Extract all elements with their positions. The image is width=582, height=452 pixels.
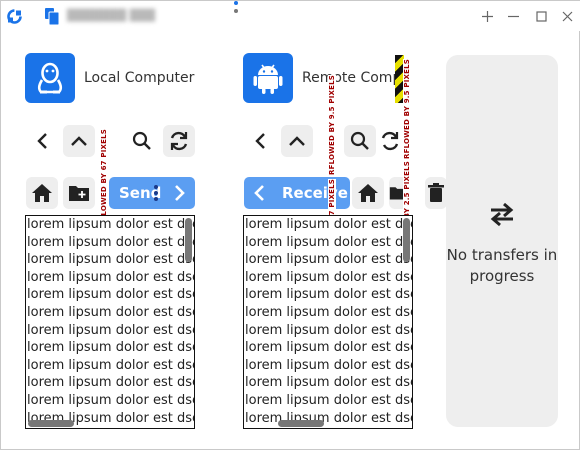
remote-up-button[interactable] [281, 125, 313, 157]
local-up-button[interactable] [63, 125, 95, 157]
remote-computer-badge [243, 53, 293, 103]
chevron-left-icon [255, 133, 265, 149]
list-item[interactable]: lorem lipsum dolor est dset [26, 216, 194, 234]
list-item[interactable]: lorem lipsum dolor est dset [244, 357, 412, 375]
refresh-icon [381, 131, 399, 151]
transfers-status: No transfers in progress [446, 246, 558, 285]
list-item[interactable]: lorem lipsum dolor est dset [244, 322, 412, 340]
android-icon [253, 64, 283, 94]
list-item[interactable]: lorem lipsum dolor est dset [244, 304, 412, 322]
drag-handle-icon[interactable] [232, 1, 240, 15]
list-item[interactable]: lorem lipsum dolor est dset [244, 374, 412, 392]
home-icon [32, 184, 52, 202]
local-file-list[interactable]: lorem lipsum dolor est dset lorem lipsum … [25, 215, 195, 429]
local-file-items: lorem lipsum dolor est dset lorem lipsum … [26, 216, 194, 427]
list-item[interactable]: lorem lipsum dolor est dset [244, 251, 412, 269]
chevron-right-icon [175, 185, 185, 201]
title-bar: ███████ ███ [1, 1, 581, 31]
local-search-button[interactable] [126, 125, 158, 157]
send-button[interactable]: Send [109, 177, 195, 209]
local-computer-label: Local Computer [84, 70, 195, 86]
remote-home-button[interactable] [352, 177, 384, 209]
vertical-scrollbar[interactable] [403, 218, 410, 262]
remote-computer-label: Remote Computer [302, 70, 396, 86]
chevron-left-icon [254, 185, 264, 201]
list-item[interactable]: lorem lipsum dolor est dset [244, 269, 412, 287]
search-icon [132, 131, 151, 150]
trash-icon [428, 183, 444, 202]
chevron-up-icon [289, 136, 305, 146]
remote-back-button[interactable] [244, 125, 276, 157]
remote-refresh-button[interactable] [378, 125, 402, 157]
list-item[interactable]: lorem lipsum dolor est dset [244, 392, 412, 410]
local-home-button[interactable] [26, 177, 58, 209]
list-item[interactable]: lorem lipsum dolor est dset [26, 322, 194, 340]
list-item[interactable]: lorem lipsum dolor est dset [26, 357, 194, 375]
receive-button-label: Receive [282, 184, 348, 202]
refresh-icon [170, 131, 188, 151]
plus-icon [481, 10, 493, 22]
transfers-panel: No transfers in progress [446, 55, 558, 427]
vertical-scrollbar[interactable] [185, 218, 192, 262]
local-computer-badge [25, 53, 75, 103]
horizontal-scrollbar[interactable] [28, 420, 74, 427]
overflow-indicator: IT OVERFLOWED BY 9.5 PIXELS [403, 59, 411, 159]
search-icon [350, 131, 369, 150]
list-item[interactable]: lorem lipsum dolor est dset [26, 269, 194, 287]
penguin-icon [37, 62, 63, 94]
list-item[interactable]: lorem lipsum dolor est dset [244, 339, 412, 357]
list-item[interactable]: lorem lipsum dolor est dset [26, 234, 194, 252]
list-item[interactable]: lorem lipsum dolor est dset [244, 216, 412, 234]
remote-file-list[interactable]: lorem lipsum dolor est dset lorem lipsum … [243, 215, 413, 429]
list-item[interactable]: lorem lipsum dolor est dset [26, 304, 194, 322]
minimize-button[interactable] [501, 6, 525, 26]
list-item[interactable]: lorem lipsum dolor est dset [244, 410, 412, 428]
list-item[interactable]: lorem lipsum dolor est dset [26, 374, 194, 392]
remote-search-button[interactable] [344, 125, 376, 157]
close-button[interactable] [555, 6, 579, 26]
list-item[interactable]: lorem lipsum dolor est dset [26, 286, 194, 304]
remote-file-items: lorem lipsum dolor est dset lorem lipsum … [244, 216, 412, 427]
horizontal-scrollbar[interactable] [278, 420, 324, 427]
list-item[interactable]: lorem lipsum dolor est dset [26, 339, 194, 357]
app-logo-icon [7, 9, 22, 24]
new-tab-button[interactable] [475, 6, 499, 26]
list-item[interactable]: lorem lipsum dolor est dset [244, 286, 412, 304]
home-icon [358, 184, 378, 202]
minimize-icon [507, 15, 519, 17]
local-new-folder-button[interactable] [63, 177, 95, 209]
more-vertical-icon [154, 185, 158, 201]
chevron-left-icon [37, 133, 47, 149]
document-icon[interactable] [45, 8, 61, 25]
list-item[interactable]: lorem lipsum dolor est dset [244, 234, 412, 252]
chevron-up-icon [71, 136, 87, 146]
local-refresh-button[interactable] [163, 125, 195, 157]
window-title: ███████ ███ [67, 9, 156, 22]
local-back-button[interactable] [26, 125, 58, 157]
new-folder-icon [69, 186, 89, 201]
list-item[interactable]: lorem lipsum dolor est dset [26, 251, 194, 269]
remote-delete-button[interactable] [425, 177, 447, 209]
app-window: ███████ ███ Local Computer Send RIGHT OV… [0, 0, 581, 450]
list-item[interactable]: lorem lipsum dolor est dset [26, 392, 194, 410]
maximize-icon [535, 10, 547, 22]
maximize-button[interactable] [529, 6, 553, 26]
close-icon [562, 11, 572, 21]
overflow-indicator: RIGHT OVERFLOWED BY 9.5 PIXELS [328, 75, 336, 175]
swap-arrows-icon [490, 202, 514, 227]
